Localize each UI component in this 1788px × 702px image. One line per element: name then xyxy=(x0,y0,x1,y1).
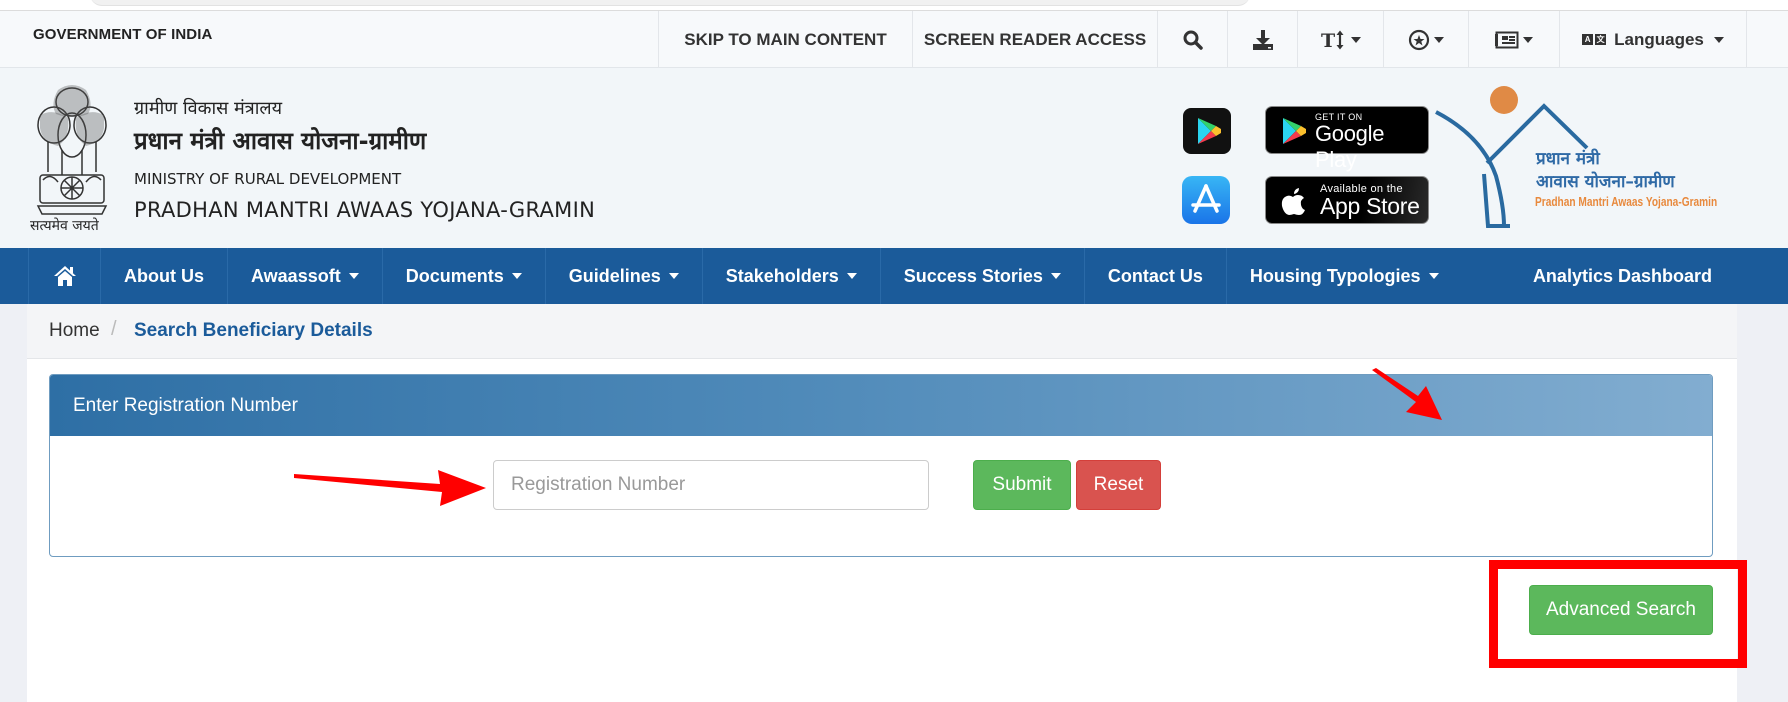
nav-home[interactable] xyxy=(29,248,101,304)
text-size-dropdown[interactable]: T xyxy=(1297,11,1383,68)
apple-icon xyxy=(1281,188,1305,215)
breadcrumb-separator: / xyxy=(111,318,117,340)
play-store-icon xyxy=(1283,118,1306,144)
download-icon xyxy=(1252,29,1273,50)
government-of-india-label: GOVERNMENT OF INDIA xyxy=(33,26,213,43)
nav-analytics-dashboard-label: Analytics Dashboard xyxy=(1532,265,1712,286)
emblem-motto: सत्यमेव जयते xyxy=(30,218,99,234)
languages-label: Languages xyxy=(1614,29,1704,49)
nav-guidelines[interactable]: Guidelines xyxy=(546,248,703,304)
chevron-down-icon xyxy=(668,273,679,279)
app-store-icon xyxy=(1191,184,1221,213)
screen-reader-access-link[interactable]: SCREEN READER ACCESS xyxy=(912,11,1157,68)
google-play-badge[interactable]: GET IT ON Google Play xyxy=(1265,106,1429,172)
browser-address-bar-edge xyxy=(90,0,1250,6)
nav-about-us-label: About Us xyxy=(124,265,204,286)
nav-stakeholders-label: Stakeholders xyxy=(725,265,839,286)
advanced-search-button[interactable]: Advanced Search xyxy=(1529,585,1713,635)
scheme-name-english: PRADHAN MANTRI AWAAS YOJANA-GRAMIN xyxy=(134,198,596,222)
pmay-logo-hindi-line2: आवास योजना–ग्रामीण xyxy=(1536,172,1675,192)
breadcrumb-current-page: Search Beneficiary Details xyxy=(134,320,373,341)
app-store-badge[interactable]: Available on the App Store xyxy=(1265,176,1429,224)
search-button[interactable] xyxy=(1157,11,1227,68)
chevron-down-icon xyxy=(846,273,857,279)
nav-documents[interactable]: Documents xyxy=(383,248,546,304)
languages-dropdown[interactable]: A文 Languages xyxy=(1559,11,1747,68)
search-icon xyxy=(1183,30,1203,50)
nav-awaassoft-label: Awaassoft xyxy=(251,265,341,286)
sitemap-icon xyxy=(1495,31,1519,48)
submit-button[interactable]: Submit xyxy=(973,460,1071,510)
language-icon: A文 xyxy=(1582,34,1607,45)
main-navigation: About Us Awaassoft Documents Guidelines … xyxy=(0,248,1788,304)
breadcrumb-home-link[interactable]: Home xyxy=(49,320,100,342)
nav-success-stories[interactable]: Success Stories xyxy=(881,248,1085,304)
scheme-name-hindi: प्रधान मंत्री आवास योजना-ग्रामीण xyxy=(134,127,427,155)
nav-contact-us[interactable]: Contact Us xyxy=(1085,248,1227,304)
skip-to-main-content-link[interactable]: SKIP TO MAIN CONTENT xyxy=(658,11,912,68)
nav-housing-typologies-label: Housing Typologies xyxy=(1249,265,1421,286)
contrast-icon xyxy=(1408,29,1430,50)
app-store-app-icon[interactable] xyxy=(1182,176,1230,224)
ministry-name-hindi: ग्रामीण विकास मंत्रालय xyxy=(134,98,283,119)
google-play-badge-title: Google Play xyxy=(1315,121,1385,172)
site-header: सत्यमेव जयते ग्रामीण विकास मंत्रालय प्रध… xyxy=(0,68,1788,248)
nav-about-us[interactable]: About Us xyxy=(101,248,228,304)
nav-analytics-dashboard[interactable]: Analytics Dashboard xyxy=(1510,248,1788,304)
panel-title: Enter Registration Number xyxy=(50,375,1712,436)
google-play-app-icon[interactable] xyxy=(1183,108,1231,154)
download-button[interactable] xyxy=(1227,11,1297,68)
registration-search-panel: Enter Registration Number Submit Reset xyxy=(49,374,1713,557)
nav-contact-us-label: Contact Us xyxy=(1107,265,1203,286)
text-size-icon: T xyxy=(1321,30,1343,51)
breadcrumb: Home / Search Beneficiary Details xyxy=(27,304,1737,359)
chevron-down-icon xyxy=(1434,36,1444,43)
accessibility-toolbar: SKIP TO MAIN CONTENT SCREEN READER ACCES… xyxy=(658,11,1747,68)
pmay-logo-english: Pradhan Mantri Awaas Yojana-Gramin xyxy=(1535,194,1718,209)
chevron-down-icon xyxy=(1523,36,1533,43)
pmay-logo-hindi-line1: प्रधान मंत्री xyxy=(1536,149,1600,169)
chevron-down-icon xyxy=(1428,273,1439,279)
nav-guidelines-label: Guidelines xyxy=(568,265,661,286)
nav-awaassoft[interactable]: Awaassoft xyxy=(228,248,383,304)
government-utility-bar: GOVERNMENT OF INDIA SKIP TO MAIN CONTENT… xyxy=(0,10,1788,68)
nav-housing-typologies[interactable]: Housing Typologies xyxy=(1227,248,1462,304)
chevron-down-icon xyxy=(1713,36,1724,43)
ministry-name-english: MINISTRY OF RURAL DEVELOPMENT xyxy=(134,170,402,188)
browser-top-strip xyxy=(0,0,1788,10)
nav-success-stories-label: Success Stories xyxy=(903,265,1043,286)
chevron-down-icon xyxy=(1350,36,1361,43)
national-emblem-icon xyxy=(36,85,108,215)
reset-button[interactable]: Reset xyxy=(1076,460,1161,510)
nav-stakeholders[interactable]: Stakeholders xyxy=(703,248,881,304)
nav-left-spacer xyxy=(0,248,29,304)
play-store-icon xyxy=(1198,118,1221,144)
chevron-down-icon xyxy=(348,273,359,279)
app-store-badge-title: App Store xyxy=(1320,193,1420,219)
home-icon xyxy=(53,266,76,286)
chevron-down-icon xyxy=(1050,273,1061,279)
chevron-down-icon xyxy=(511,273,522,279)
sitemap-dropdown[interactable] xyxy=(1468,11,1559,68)
svg-text:T: T xyxy=(1321,30,1335,51)
registration-number-input[interactable] xyxy=(493,460,929,510)
contrast-dropdown[interactable] xyxy=(1383,11,1468,68)
nav-documents-label: Documents xyxy=(405,265,504,286)
